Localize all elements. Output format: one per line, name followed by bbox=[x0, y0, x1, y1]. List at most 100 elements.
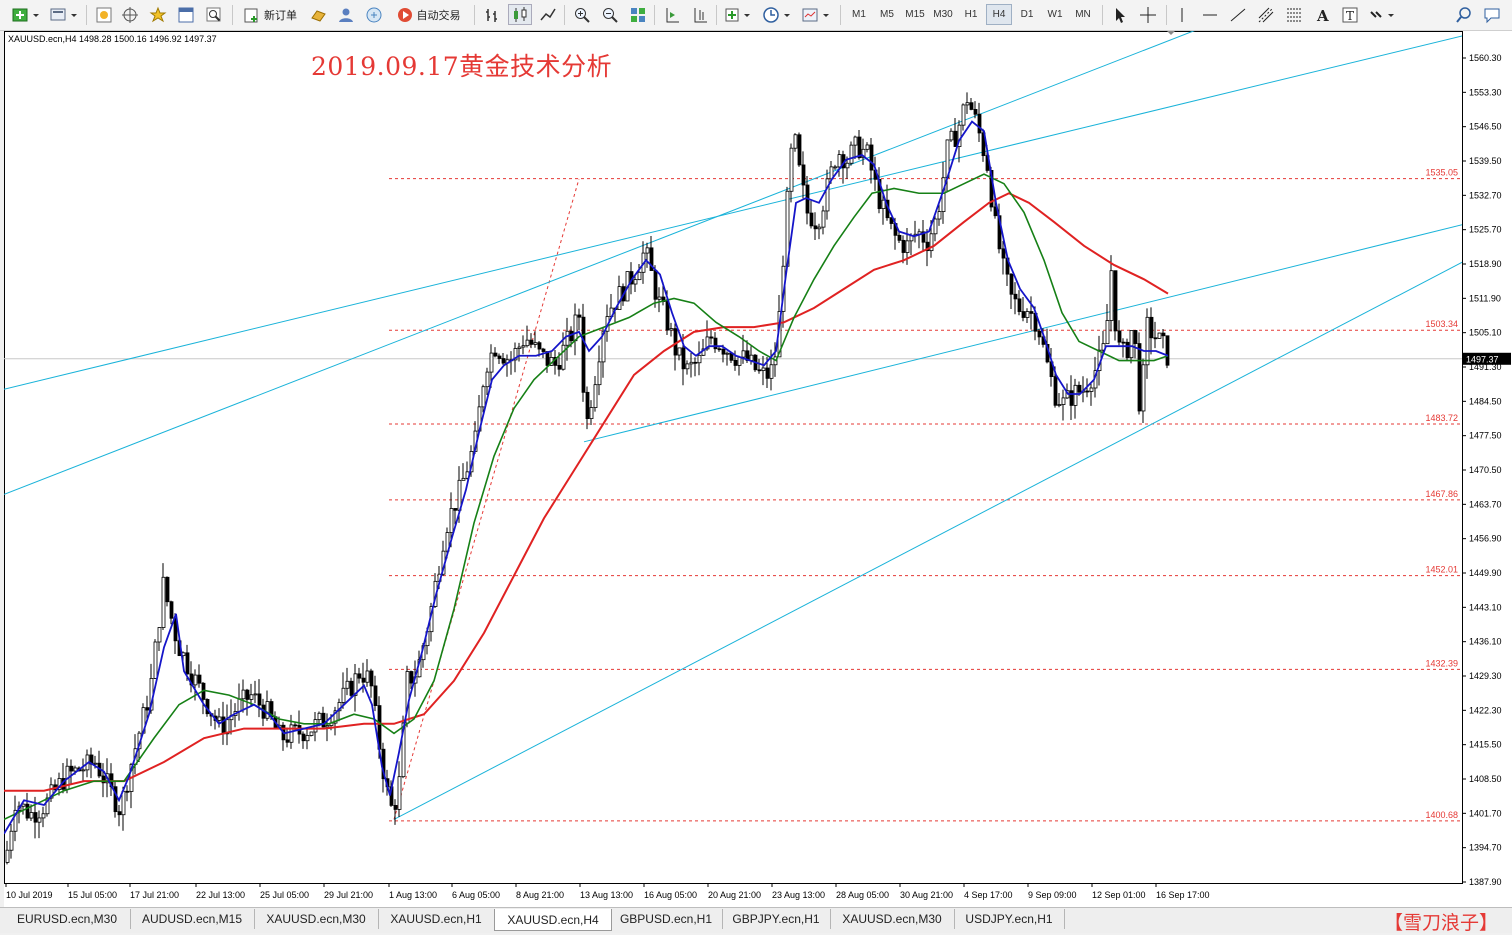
trendline-button[interactable] bbox=[1226, 4, 1250, 25]
y-tick-label: 1387.90 bbox=[1469, 877, 1502, 887]
tab-eurusd-m30[interactable]: EURUSD.ecn,M30 bbox=[4, 909, 131, 929]
search-button[interactable] bbox=[1452, 4, 1476, 25]
candle-body bbox=[1105, 320, 1110, 345]
price-chart[interactable]: 1560.30 1553.30 1546.50 1539.50 1532.70 1525.… bbox=[4, 31, 1512, 907]
clock-icon bbox=[763, 6, 790, 23]
candle-body bbox=[949, 130, 954, 141]
search-icon bbox=[1456, 6, 1471, 23]
gold-bar-icon bbox=[311, 9, 326, 22]
chat-button[interactable] bbox=[1480, 4, 1504, 25]
bar-chart-button[interactable] bbox=[480, 4, 504, 25]
vertical-line-button[interactable] bbox=[1172, 4, 1192, 25]
candle-body bbox=[1149, 316, 1154, 339]
tab-gbpusd-h1[interactable]: GBPUSD.ecn,H1 bbox=[610, 909, 723, 929]
zoom-in-button[interactable] bbox=[570, 4, 594, 25]
channel-button[interactable] bbox=[1254, 4, 1278, 25]
tab-usdjpy-h1[interactable]: USDJPY.ecn,H1 bbox=[954, 909, 1065, 929]
tab-xauusd-h1[interactable]: XAUUSD.ecn,H1 bbox=[378, 909, 495, 929]
navigator-button[interactable] bbox=[118, 4, 142, 25]
tab-xauusd-m30[interactable]: XAUUSD.ecn,M30 bbox=[254, 909, 379, 929]
fibonacci-icon bbox=[1287, 8, 1301, 21]
candle-body bbox=[881, 199, 886, 210]
timeframe-w1[interactable]: W1 bbox=[1042, 4, 1068, 25]
trade-history-button[interactable] bbox=[334, 4, 358, 25]
candle-body bbox=[41, 813, 46, 819]
candlestick-chart-button[interactable] bbox=[508, 4, 532, 25]
terminal-button[interactable] bbox=[174, 4, 198, 25]
timeframe-h4[interactable]: H4 bbox=[986, 4, 1012, 25]
candle-body bbox=[1021, 311, 1026, 318]
candle-body bbox=[557, 364, 562, 370]
candle-body bbox=[897, 234, 902, 241]
candle-body bbox=[821, 210, 826, 228]
candle-body bbox=[765, 367, 770, 379]
x-tick-label: 28 Aug 05:00 bbox=[836, 890, 889, 900]
tester-button[interactable] bbox=[202, 4, 226, 25]
candle-body bbox=[1133, 330, 1138, 344]
timeframe-m1[interactable]: M1 bbox=[846, 4, 872, 25]
profiles-button[interactable] bbox=[46, 4, 82, 25]
crosshair-tool-button[interactable] bbox=[1136, 4, 1160, 25]
text-label-button[interactable]: T bbox=[1338, 4, 1362, 25]
candle-body bbox=[1085, 390, 1090, 393]
templates-button[interactable] bbox=[798, 4, 834, 25]
candle-body bbox=[669, 328, 674, 331]
candle-body bbox=[541, 348, 546, 352]
tile-windows-button[interactable] bbox=[626, 4, 650, 25]
text-tool-button[interactable]: A bbox=[1310, 4, 1334, 25]
auto-trading-button[interactable]: 自动交易 bbox=[390, 4, 466, 25]
candle-body bbox=[161, 576, 166, 628]
candle-body bbox=[121, 790, 126, 816]
horizontal-line-button[interactable] bbox=[1198, 4, 1222, 25]
market-watch-icon bbox=[96, 7, 112, 22]
candle-body bbox=[709, 336, 714, 339]
new-order-button[interactable]: 新订单 bbox=[238, 4, 302, 25]
timeframe-m15[interactable]: M15 bbox=[902, 4, 928, 25]
x-tick-label: 8 Aug 21:00 bbox=[516, 890, 564, 900]
timeframe-m30[interactable]: M30 bbox=[930, 4, 956, 25]
candle-body bbox=[933, 218, 938, 235]
timeframe-h1[interactable]: H1 bbox=[958, 4, 984, 25]
line-chart-button[interactable] bbox=[536, 4, 560, 25]
new-chart-button[interactable] bbox=[8, 4, 44, 25]
candle-body bbox=[565, 330, 570, 346]
cursor-tool-button[interactable] bbox=[1108, 4, 1132, 25]
market-watch-button[interactable] bbox=[92, 4, 116, 25]
timeframe-d1[interactable]: D1 bbox=[1014, 4, 1040, 25]
x-tick-label: 29 Jul 21:00 bbox=[324, 890, 373, 900]
level-label: 1503.34 bbox=[1425, 319, 1458, 329]
tab-xauusd-h4[interactable]: XAUUSD.ecn,H4 bbox=[494, 909, 612, 931]
candle-body bbox=[345, 680, 350, 689]
candle-body bbox=[1157, 332, 1162, 339]
x-tick-label: 23 Aug 13:00 bbox=[772, 890, 825, 900]
candle-body bbox=[837, 154, 842, 168]
tab-gbpjpy-h1[interactable]: GBPJPY.ecn,H1 bbox=[722, 909, 831, 929]
chart-shift-button[interactable] bbox=[688, 4, 712, 25]
candle-body bbox=[685, 363, 690, 370]
candle-body bbox=[1077, 384, 1082, 393]
candle-body bbox=[741, 350, 746, 358]
line-chart-icon bbox=[540, 8, 556, 20]
candle-body bbox=[461, 477, 466, 481]
favorites-button[interactable] bbox=[146, 4, 170, 25]
indicators-button[interactable] bbox=[722, 4, 756, 25]
candle-body bbox=[357, 673, 362, 679]
x-tick-label: 12 Sep 01:00 bbox=[1092, 890, 1146, 900]
candle-body bbox=[693, 361, 698, 364]
timeframe-mn[interactable]: MN bbox=[1070, 4, 1096, 25]
signals-button[interactable] bbox=[362, 4, 386, 25]
timeframe-m5[interactable]: M5 bbox=[874, 4, 900, 25]
candle-body bbox=[1057, 404, 1062, 406]
tab-audusd-m15[interactable]: AUDUSD.ecn,M15 bbox=[130, 909, 255, 929]
y-tick-label: 1436.10 bbox=[1469, 637, 1502, 647]
tab-xauusd-m30-2[interactable]: XAUUSD.ecn,M30 bbox=[830, 909, 955, 929]
candle-body bbox=[33, 812, 38, 823]
auto-scroll-button[interactable] bbox=[660, 4, 684, 25]
metaeditor-button[interactable] bbox=[306, 4, 330, 25]
chart-window[interactable]: 1560.30 1553.30 1546.50 1539.50 1532.70 1525.… bbox=[4, 31, 1512, 907]
arrows-button[interactable] bbox=[1366, 4, 1400, 25]
candle-body bbox=[217, 716, 222, 721]
zoom-out-button[interactable] bbox=[598, 4, 622, 25]
periods-button[interactable] bbox=[760, 4, 794, 25]
fibonacci-button[interactable] bbox=[1282, 4, 1306, 25]
